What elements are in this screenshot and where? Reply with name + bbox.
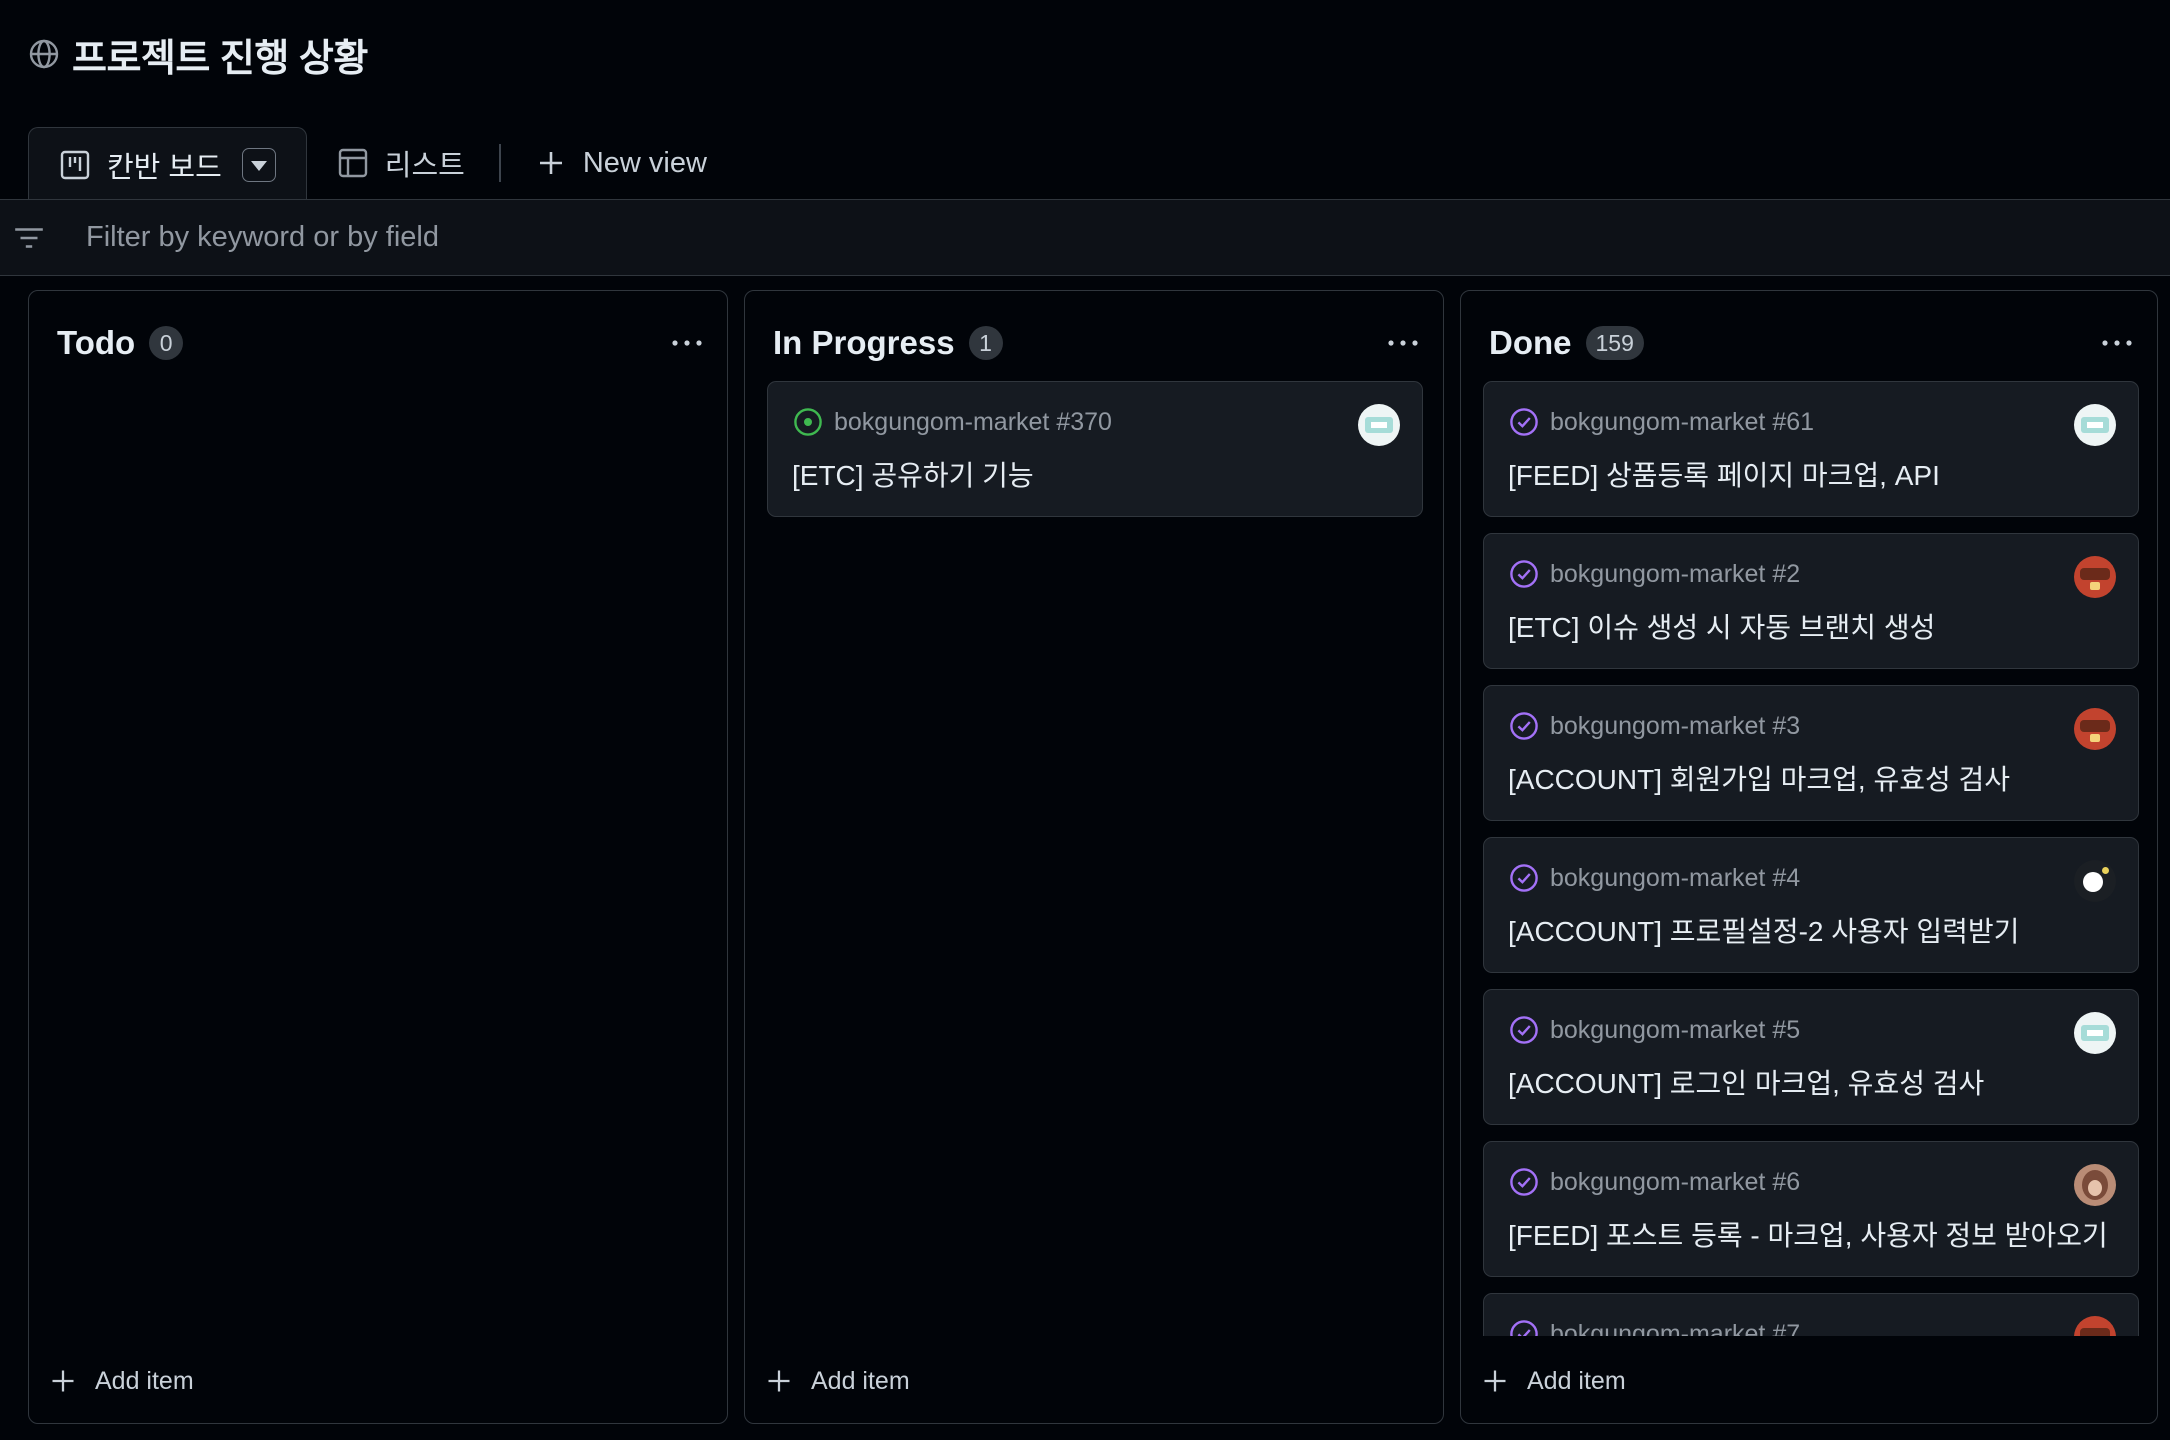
kebab-horizontal-icon[interactable]	[1383, 333, 1423, 353]
add-item-label: Add item	[1527, 1366, 1626, 1395]
issue-closed-icon	[1510, 560, 1538, 588]
issue-open-icon	[794, 408, 822, 436]
add-item-button[interactable]: Add item	[761, 1361, 914, 1401]
assignee-avatar[interactable]	[2074, 556, 2116, 598]
card-repo-number: bokgungom-market #7	[1550, 1319, 1801, 1337]
column-cards: bokgungom-market #370 [ETC] 공유하기 기능	[767, 381, 1423, 1336]
add-item-button[interactable]: Add item	[1477, 1361, 1630, 1401]
card-meta: bokgungom-market #4	[1508, 860, 1800, 896]
kanban-board: Todo 0 Add item In Progress 1 bokgungom-…	[28, 290, 2158, 1424]
column-count-badge: 1	[968, 326, 1003, 360]
column-cards	[51, 381, 707, 1336]
assignee-avatar[interactable]	[2074, 404, 2116, 446]
project-header: 프로젝트 진행 상황 칸반 보드 리스트 New view	[0, 0, 2170, 201]
page-title: 프로젝트 진행 상황	[72, 37, 368, 80]
column-header: Done 159	[1489, 321, 2137, 365]
add-item-button[interactable]: Add item	[45, 1361, 198, 1401]
column-done: Done 159 bokgungom-market #61 [FEED] 상품등…	[1460, 290, 2158, 1424]
card-title[interactable]: [ETC] 이슈 생성 시 자동 브랜치 생성	[1508, 606, 1935, 646]
card-meta: bokgungom-market #61	[1508, 404, 1814, 440]
filter-icon[interactable]	[12, 221, 46, 255]
card-repo-number: bokgungom-market #61	[1550, 407, 1815, 436]
column-name: Done	[1489, 324, 1572, 361]
card-repo-number: bokgungom-market #5	[1550, 1015, 1801, 1044]
issue-card[interactable]: bokgungom-market #370 [ETC] 공유하기 기능	[767, 381, 1423, 517]
issue-closed-icon	[1510, 408, 1538, 436]
card-repo-number: bokgungom-market #370	[834, 407, 1112, 436]
plus-icon	[52, 1370, 74, 1392]
plus-icon	[768, 1370, 790, 1392]
assignee-avatar[interactable]	[2074, 1012, 2116, 1054]
new-view-button[interactable]: New view	[505, 126, 737, 200]
card-repo-number: bokgungom-market #6	[1550, 1167, 1801, 1196]
assignee-avatar[interactable]	[1358, 404, 1400, 446]
card-meta: bokgungom-market #7	[1508, 1316, 1800, 1336]
card-meta: bokgungom-market #2	[1508, 556, 1800, 592]
kebab-horizontal-icon[interactable]	[667, 333, 707, 353]
card-title[interactable]: [FEED] 포스트 등록 - 마크업, 사용자 정보 받아오기	[1508, 1214, 2108, 1254]
card-meta: bokgungom-market #370	[792, 404, 1112, 440]
triangle-down-icon	[250, 160, 267, 171]
table-icon	[338, 148, 367, 178]
column-todo: Todo 0 Add item	[28, 290, 728, 1424]
card-meta: bokgungom-market #5	[1508, 1012, 1800, 1048]
issue-closed-icon	[1510, 1016, 1538, 1044]
issue-card[interactable]: bokgungom-market #4 [ACCOUNT] 프로필설정-2 사용…	[1483, 837, 2139, 973]
column-header: In Progress 1	[773, 321, 1423, 365]
globe-icon	[29, 39, 59, 69]
tab-list[interactable]: 리스트	[307, 126, 495, 200]
column-header: Todo 0	[57, 321, 707, 365]
plus-icon	[1484, 1370, 1506, 1392]
issue-card[interactable]: bokgungom-market #2 [ETC] 이슈 생성 시 자동 브랜치…	[1483, 533, 2139, 669]
add-item-label: Add item	[95, 1366, 194, 1395]
card-repo-number: bokgungom-market #2	[1550, 559, 1801, 588]
view-options-button[interactable]	[241, 147, 276, 182]
issue-card[interactable]: bokgungom-market #7	[1483, 1293, 2139, 1336]
issue-card[interactable]: bokgungom-market #6 [FEED] 포스트 등록 - 마크업,…	[1483, 1141, 2139, 1277]
tab-label: 칸반 보드	[107, 151, 222, 184]
assignee-avatar[interactable]	[2074, 1164, 2116, 1206]
issue-closed-icon	[1510, 712, 1538, 740]
column-cards: bokgungom-market #61 [FEED] 상품등록 페이지 마크업…	[1483, 381, 2139, 1336]
filter-bar	[0, 199, 2170, 276]
title-row: 프로젝트 진행 상황	[28, 26, 368, 82]
card-title[interactable]: [FEED] 상품등록 페이지 마크업, API	[1508, 454, 1940, 494]
filter-input[interactable]	[86, 221, 986, 254]
tab-divider	[498, 144, 501, 182]
issue-card[interactable]: bokgungom-market #5 [ACCOUNT] 로그인 마크업, 유…	[1483, 989, 2139, 1125]
assignee-avatar[interactable]	[2074, 708, 2116, 750]
column-name: In Progress	[773, 324, 955, 361]
card-title[interactable]: [ACCOUNT] 회원가입 마크업, 유효성 검사	[1508, 758, 2010, 798]
assignee-avatar[interactable]	[2074, 860, 2116, 902]
issue-closed-icon	[1510, 1320, 1538, 1336]
issue-card[interactable]: bokgungom-market #61 [FEED] 상품등록 페이지 마크업…	[1483, 381, 2139, 517]
new-view-label: New view	[582, 146, 707, 179]
assignee-avatar[interactable]	[2074, 1316, 2116, 1336]
tab-kanban-board[interactable]: 칸반 보드	[28, 127, 307, 201]
column-in-progress: In Progress 1 bokgungom-market #370 [ETC…	[744, 290, 1444, 1424]
issue-closed-icon	[1510, 864, 1538, 892]
card-title[interactable]: [ACCOUNT] 로그인 마크업, 유효성 검사	[1508, 1062, 1984, 1102]
column-count-badge: 159	[1585, 326, 1644, 360]
kebab-horizontal-icon[interactable]	[2097, 333, 2137, 353]
column-name: Todo	[57, 324, 136, 361]
plus-icon	[539, 152, 562, 174]
card-repo-number: bokgungom-market #4	[1550, 863, 1801, 892]
issue-closed-icon	[1510, 1168, 1538, 1196]
project-page: 프로젝트 진행 상황 칸반 보드 리스트 New view Filter by …	[0, 0, 2170, 1440]
card-meta: bokgungom-market #3	[1508, 708, 1800, 744]
card-repo-number: bokgungom-market #3	[1550, 711, 1801, 740]
card-title[interactable]: [ETC] 공유하기 기능	[792, 454, 1034, 494]
add-item-label: Add item	[811, 1366, 910, 1395]
card-title[interactable]: [ACCOUNT] 프로필설정-2 사용자 입력받기	[1508, 910, 2019, 950]
issue-card[interactable]: bokgungom-market #3 [ACCOUNT] 회원가입 마크업, …	[1483, 685, 2139, 821]
view-tabs: 칸반 보드 리스트 New view	[28, 126, 737, 201]
card-meta: bokgungom-market #6	[1508, 1164, 1800, 1200]
tab-label: 리스트	[384, 150, 465, 182]
board-icon	[60, 150, 90, 179]
column-count-badge: 0	[149, 326, 184, 360]
